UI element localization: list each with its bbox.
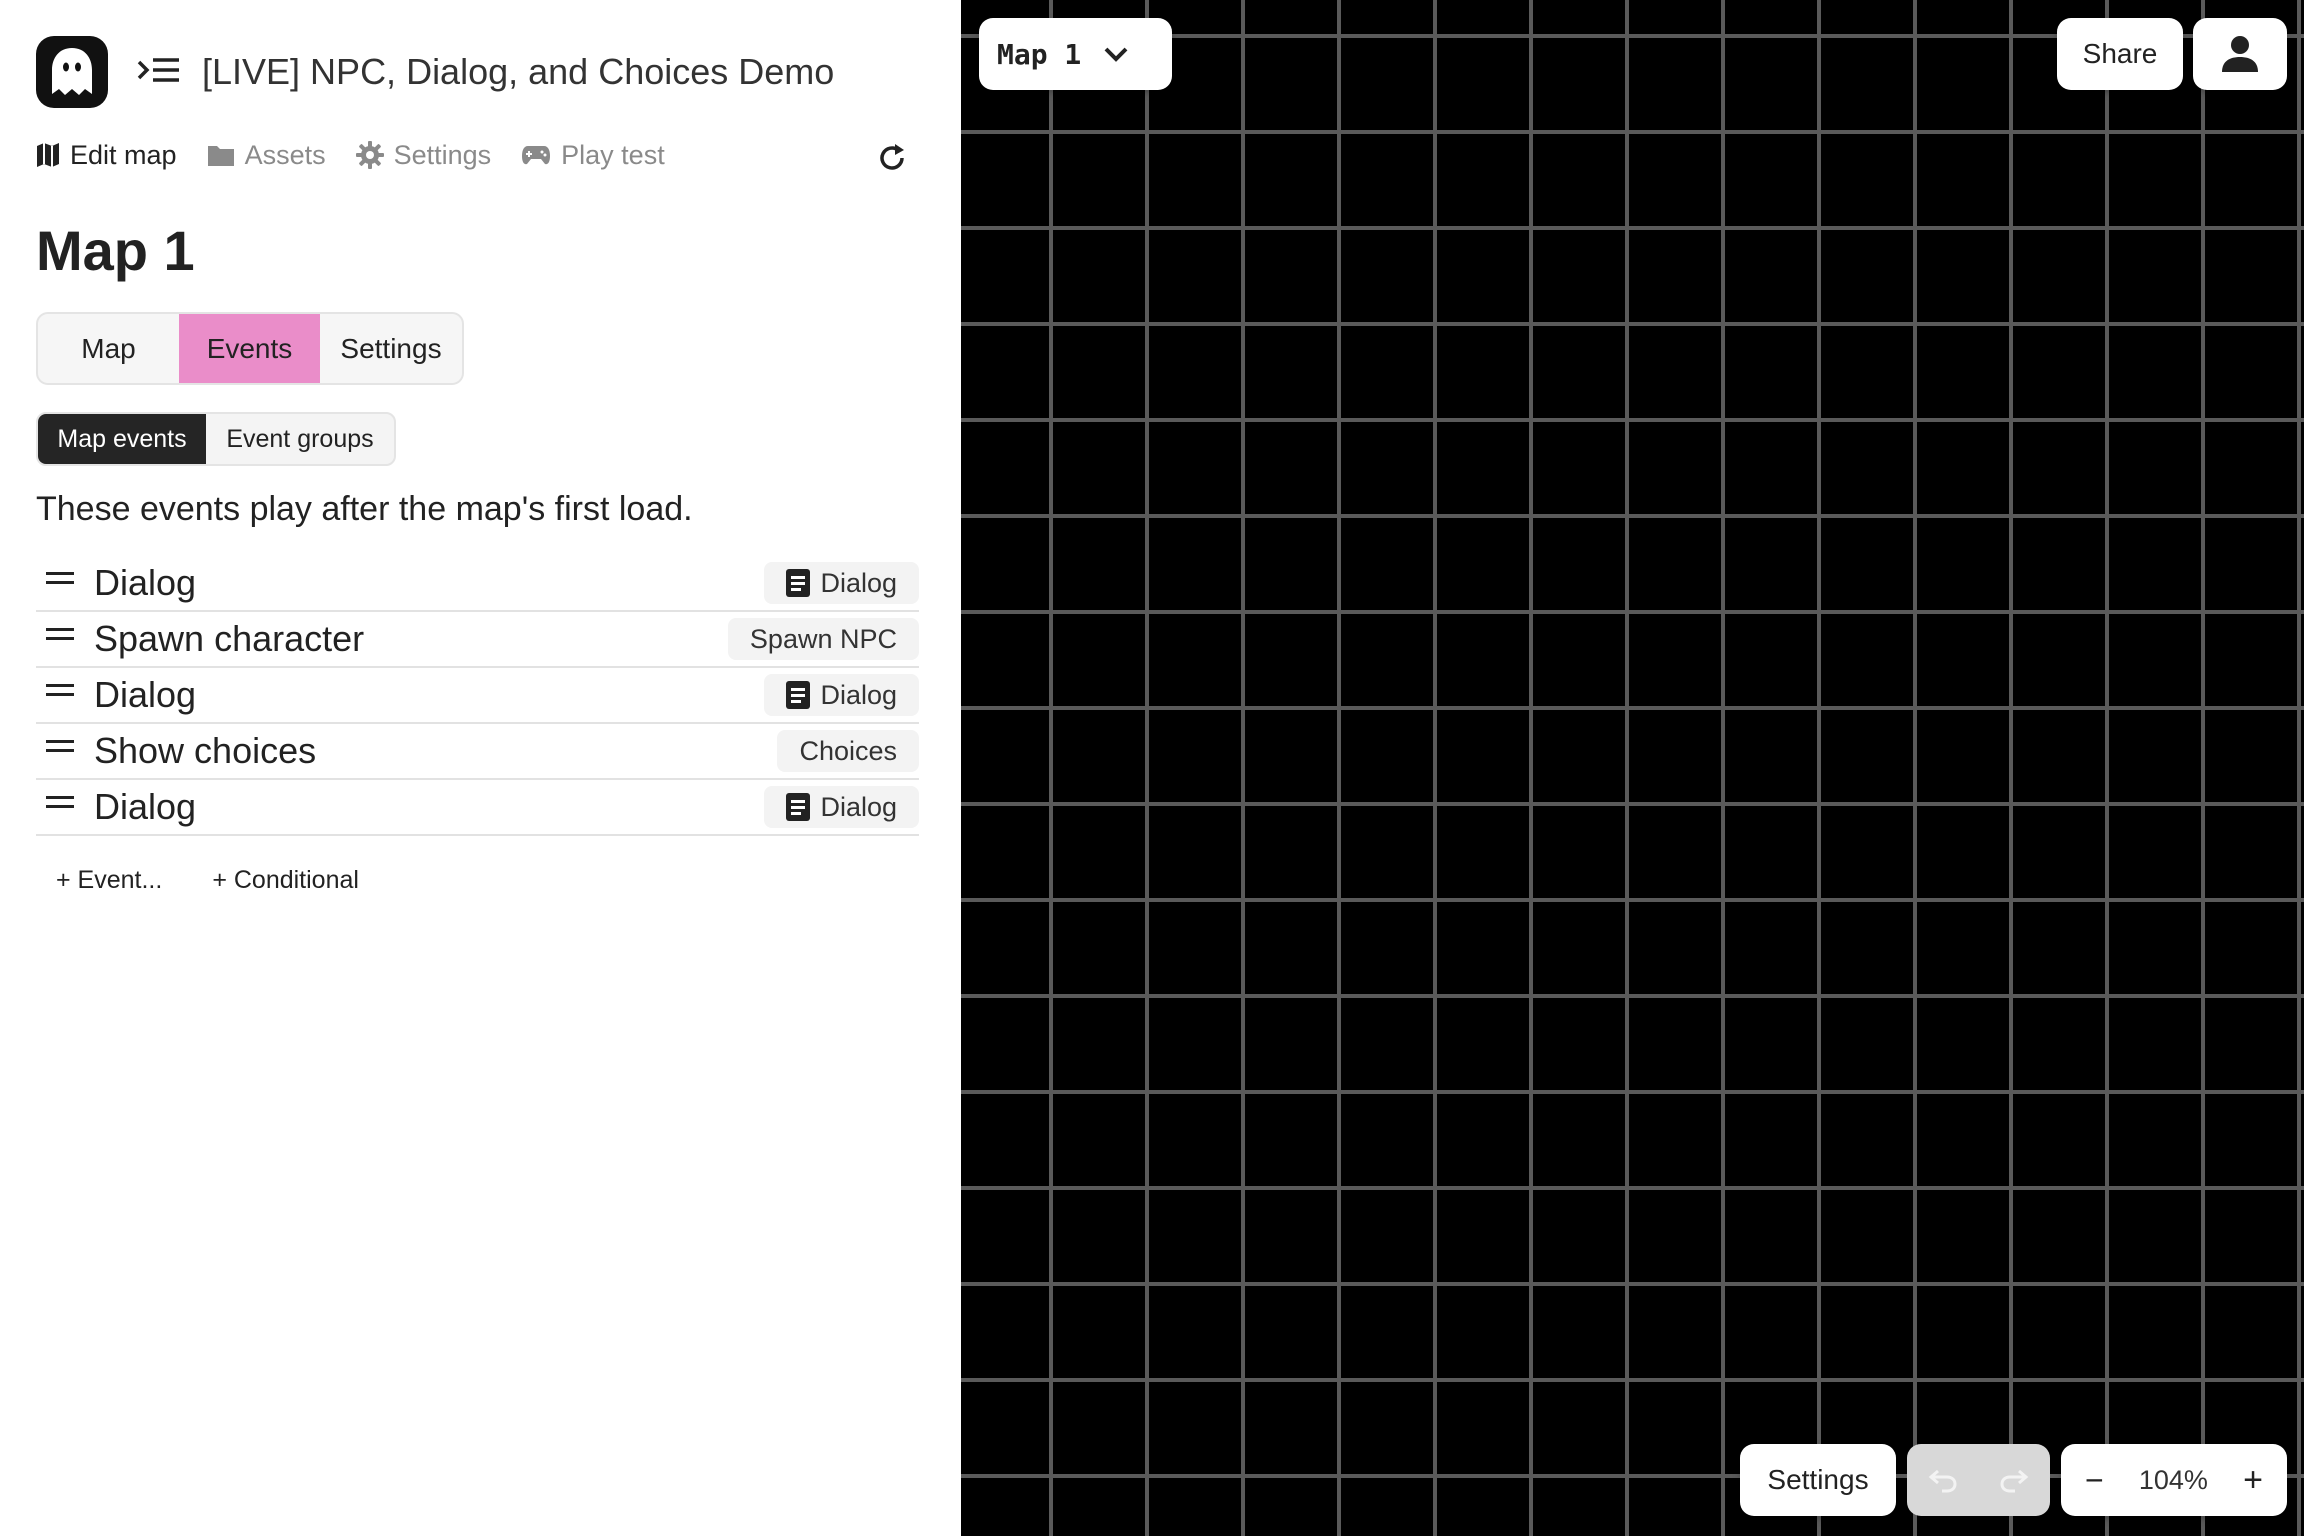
drag-handle-icon[interactable] — [46, 684, 74, 698]
event-type-badge: Dialog — [764, 786, 919, 828]
map-icon — [37, 143, 59, 167]
list-item[interactable]: Show choices Choices — [36, 724, 919, 780]
badge-label: Spawn NPC — [749, 623, 897, 654]
event-type-badge: Spawn NPC — [727, 618, 919, 660]
drag-handle-icon[interactable] — [46, 628, 74, 642]
events-description: These events play after the map's first … — [36, 490, 693, 528]
map-selector-label: Map 1 — [997, 37, 1082, 71]
refresh-icon[interactable] — [872, 138, 912, 178]
zoom-in-button[interactable]: + — [2243, 1461, 2263, 1500]
list-item[interactable]: Dialog Dialog — [36, 668, 919, 724]
nav-assets[interactable]: Assets — [207, 140, 326, 171]
add-actions: + Event... + Conditional — [56, 866, 359, 895]
canvas-settings-button[interactable]: Settings — [1740, 1444, 1896, 1516]
redo-icon[interactable] — [1999, 1467, 2029, 1493]
share-button[interactable]: Share — [2057, 18, 2183, 90]
chevron-down-icon — [1104, 47, 1128, 62]
document-icon — [786, 793, 811, 821]
gamepad-icon — [522, 146, 551, 165]
sidebar-panel: [LIVE] NPC, Dialog, and Choices Demo Edi… — [0, 0, 961, 1536]
badge-label: Dialog — [820, 567, 897, 598]
nav-play-test-label: Play test — [561, 139, 665, 170]
event-type-badge: Dialog — [764, 674, 919, 716]
document-icon — [786, 569, 811, 597]
nav-edit-map[interactable]: Edit map — [36, 140, 177, 171]
tab-map[interactable]: Map — [38, 314, 179, 383]
add-event-button[interactable]: + Event... — [56, 866, 162, 895]
badge-label: Dialog — [820, 679, 897, 710]
subtab-event-groups[interactable]: Event groups — [206, 414, 394, 464]
main-nav: Edit map Assets Settings Play test — [36, 132, 665, 178]
nav-assets-label: Assets — [244, 139, 326, 170]
zoom-out-button[interactable]: − — [2085, 1462, 2104, 1499]
nav-edit-map-label: Edit map — [70, 139, 177, 170]
history-controls — [1907, 1444, 2050, 1516]
subtab-bar: Map events Event groups — [36, 412, 396, 466]
event-name: Dialog — [94, 674, 197, 715]
drag-handle-icon[interactable] — [46, 572, 74, 586]
map-grid — [961, 0, 2304, 1536]
drag-handle-icon[interactable] — [46, 796, 74, 810]
menu-indent-icon[interactable] — [134, 48, 182, 96]
page-title: Map 1 — [36, 219, 195, 282]
list-item[interactable]: Dialog Dialog — [36, 556, 919, 612]
zoom-controls: − 104% + — [2061, 1444, 2287, 1516]
project-title: [LIVE] NPC, Dialog, and Choices Demo — [202, 51, 835, 92]
add-conditional-button[interactable]: + Conditional — [212, 866, 359, 895]
list-item[interactable]: Spawn character Spawn NPC — [36, 612, 919, 668]
document-icon — [786, 681, 811, 709]
folder-icon — [207, 146, 234, 166]
badge-label: Dialog — [820, 791, 897, 822]
user-account-button[interactable] — [2193, 18, 2287, 90]
event-type-badge: Dialog — [764, 562, 919, 604]
list-item[interactable]: Dialog Dialog — [36, 780, 919, 836]
event-name: Spawn character — [94, 618, 365, 659]
event-type-badge: Choices — [777, 730, 919, 772]
tab-events[interactable]: Events — [179, 314, 320, 383]
drag-handle-icon[interactable] — [46, 740, 74, 754]
nav-settings-label: Settings — [393, 139, 492, 170]
undo-icon[interactable] — [1928, 1467, 1958, 1493]
header: [LIVE] NPC, Dialog, and Choices Demo — [36, 36, 834, 108]
map-selector-dropdown[interactable]: Map 1 — [979, 18, 1172, 90]
nav-settings[interactable]: Settings — [355, 139, 492, 171]
subtab-map-events[interactable]: Map events — [38, 414, 206, 464]
tab-settings[interactable]: Settings — [320, 314, 462, 383]
event-name: Show choices — [94, 730, 317, 771]
zoom-level: 104% — [2138, 1464, 2208, 1495]
user-icon — [2222, 36, 2258, 72]
map-canvas[interactable]: Map 1 Share Settings − 104% + — [961, 0, 2304, 1536]
event-name: Dialog — [94, 786, 197, 827]
event-list: Dialog Dialog Spawn character Spawn NPC … — [36, 556, 919, 836]
nav-play-test[interactable]: Play test — [521, 140, 665, 171]
tab-bar: Map Events Settings — [36, 312, 464, 385]
ghost-icon[interactable] — [36, 36, 108, 108]
event-name: Dialog — [94, 562, 197, 603]
badge-label: Choices — [799, 735, 897, 766]
gear-icon — [355, 141, 384, 169]
